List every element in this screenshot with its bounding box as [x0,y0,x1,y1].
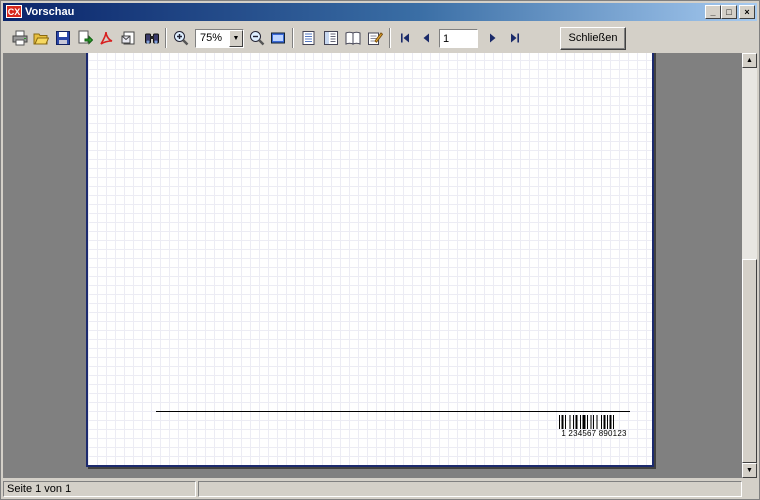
outline-button[interactable] [299,28,319,48]
save-button[interactable] [53,28,73,48]
first-page-button[interactable] [395,28,415,48]
page-setup-button[interactable] [343,28,363,48]
previous-page-button[interactable] [416,28,436,48]
footer-line [156,411,630,412]
page-setup-icon [345,31,361,45]
maximize-button[interactable]: □ [721,5,737,19]
print-icon [12,30,28,46]
export-button[interactable] [75,28,95,48]
full-screen-icon [271,32,285,44]
vertical-scrollbar[interactable]: ▲ ▼ [742,53,757,478]
preview-window: CX Vorschau _ □ × 75% ▼ 1 Schließen 1 23… [0,0,760,500]
chevron-down-icon[interactable]: ▼ [229,30,243,47]
open-folder-icon [33,33,49,45]
edit-icon [368,32,383,45]
last-page-button[interactable] [505,28,525,48]
report-page: 1 234567 890123 [86,53,654,467]
zoom-value: 75% [200,32,223,44]
page-number-input[interactable] [439,29,478,48]
zoom-in-button[interactable] [171,28,191,48]
edit-button[interactable] [365,28,385,48]
zoom-dropdown[interactable]: 75% ▼ [195,29,244,48]
next-page-icon [490,33,496,43]
scroll-down-button[interactable]: ▼ [742,463,757,478]
toolbar: 75% ▼ 1 Schließen [3,23,757,54]
close-window-button[interactable]: × [739,5,755,19]
email-icon [121,31,135,45]
app-icon[interactable]: CX [6,5,22,18]
status-extra [198,481,742,497]
close-button[interactable]: Schließen [560,27,626,50]
toolbar-separator [165,28,167,48]
minimize-button[interactable]: _ [705,5,721,19]
save-icon [56,31,70,45]
previous-page-icon [423,33,429,43]
next-page-button[interactable] [483,28,503,48]
export-icon [78,30,93,45]
email-button[interactable] [119,28,139,48]
barcode-number: 1 234567 890123 [561,429,627,438]
scroll-up-button[interactable]: ▲ [742,53,757,68]
pdf-icon [100,31,113,45]
thumbnails-icon [324,31,338,45]
outline-icon [302,31,315,45]
status-bar: Seite 1 von 1 [3,479,757,499]
pdf-export-button[interactable] [96,28,116,48]
preview-area[interactable]: 1 234567 890123 [3,53,742,478]
scroll-thumb[interactable] [742,259,757,463]
zoom-out-button[interactable] [247,28,267,48]
find-button[interactable] [142,28,162,48]
zoom-in-icon [174,31,189,46]
toolbar-separator [292,28,294,48]
find-icon [145,33,159,44]
full-screen-button[interactable] [268,28,288,48]
last-page-icon [511,33,519,43]
toolbar-separator [389,28,391,48]
title-bar[interactable]: CX Vorschau _ □ × [3,3,757,21]
open-button[interactable] [31,28,51,48]
zoom-out-icon [250,31,265,46]
first-page-icon [401,33,409,43]
thumbnails-button[interactable] [321,28,341,48]
print-button[interactable] [10,28,30,48]
status-page-info: Seite 1 von 1 [3,481,196,497]
window-title: Vorschau [25,6,75,18]
